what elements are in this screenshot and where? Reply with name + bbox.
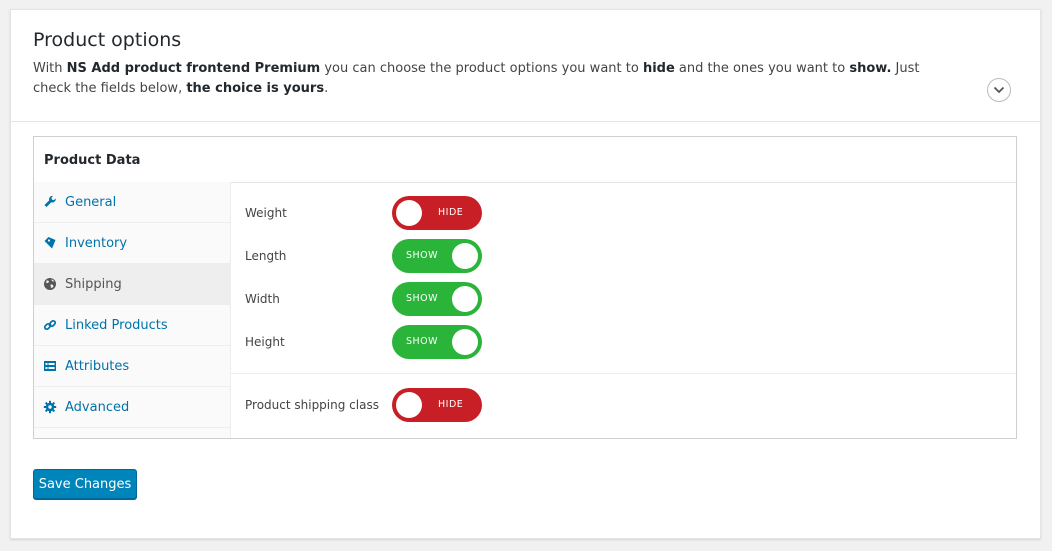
toggle-knob bbox=[396, 392, 422, 418]
height-toggle[interactable]: SHOW bbox=[392, 325, 482, 359]
option-row-height: Height SHOW bbox=[231, 325, 1016, 359]
tag-icon bbox=[44, 237, 56, 249]
product-data-box: Product Data General Inventory Shipping … bbox=[33, 136, 1017, 439]
chevron-down-icon bbox=[993, 86, 1005, 94]
product-data-title: Product Data bbox=[44, 153, 141, 168]
link-icon bbox=[43, 319, 57, 331]
list-icon bbox=[44, 361, 56, 371]
toggle-state: SHOW bbox=[406, 336, 439, 347]
collapse-toggle-button[interactable] bbox=[987, 78, 1011, 102]
wrench-icon bbox=[44, 195, 56, 207]
globe-icon bbox=[44, 278, 56, 290]
tab-label: Advanced bbox=[65, 400, 130, 415]
tab-label: Attributes bbox=[65, 359, 130, 374]
tab-label: Inventory bbox=[65, 236, 128, 251]
tab-inventory[interactable]: Inventory bbox=[34, 223, 230, 264]
product-data-tabs: General Inventory Shipping Linked Produc… bbox=[34, 182, 231, 438]
option-label: Height bbox=[245, 335, 285, 349]
option-row-length: Length SHOW bbox=[231, 239, 1016, 273]
panel-divider bbox=[231, 373, 1016, 374]
toggle-knob bbox=[452, 286, 478, 312]
toggle-state: HIDE bbox=[438, 207, 464, 218]
tab-general[interactable]: General bbox=[34, 182, 230, 223]
option-label: Width bbox=[245, 292, 280, 306]
tab-shipping[interactable]: Shipping bbox=[34, 264, 230, 305]
length-toggle[interactable]: SHOW bbox=[392, 239, 482, 273]
width-toggle[interactable]: SHOW bbox=[392, 282, 482, 316]
option-row-weight: Weight HIDE bbox=[231, 196, 1016, 230]
option-label: Weight bbox=[245, 206, 287, 220]
save-changes-button[interactable]: Save Changes bbox=[33, 469, 137, 499]
page-title: Product options bbox=[33, 29, 182, 51]
tab-attributes[interactable]: Attributes bbox=[34, 346, 230, 387]
toggle-knob bbox=[452, 243, 478, 269]
gear-icon bbox=[43, 400, 57, 414]
page-description: With NS Add product frontend Premium you… bbox=[33, 61, 920, 96]
toggle-state: SHOW bbox=[406, 250, 439, 261]
option-row-shipping-class: Product shipping class HIDE bbox=[231, 388, 1016, 422]
toggle-knob bbox=[396, 200, 422, 226]
tab-label: General bbox=[65, 195, 117, 210]
product-options-card: Product options With NS Add product fron… bbox=[10, 9, 1041, 539]
tab-label: Shipping bbox=[65, 277, 122, 292]
toggle-state: HIDE bbox=[438, 399, 464, 410]
option-row-width: Width SHOW bbox=[231, 282, 1016, 316]
option-label: Product shipping class bbox=[245, 398, 379, 412]
product-data-header: Product Data bbox=[34, 137, 1016, 183]
option-label: Length bbox=[245, 249, 287, 263]
tab-linked-products[interactable]: Linked Products bbox=[34, 305, 230, 346]
toggle-state: SHOW bbox=[406, 293, 439, 304]
card-header: Product options With NS Add product fron… bbox=[11, 10, 1040, 122]
tab-advanced[interactable]: Advanced bbox=[34, 387, 230, 428]
weight-toggle[interactable]: HIDE bbox=[392, 196, 482, 230]
shipping-class-toggle[interactable]: HIDE bbox=[392, 388, 482, 422]
tab-label: Linked Products bbox=[65, 318, 168, 333]
shipping-options-panel: Weight HIDE Length SHOW Width SHOW Heigh… bbox=[231, 182, 1016, 438]
toggle-knob bbox=[452, 329, 478, 355]
